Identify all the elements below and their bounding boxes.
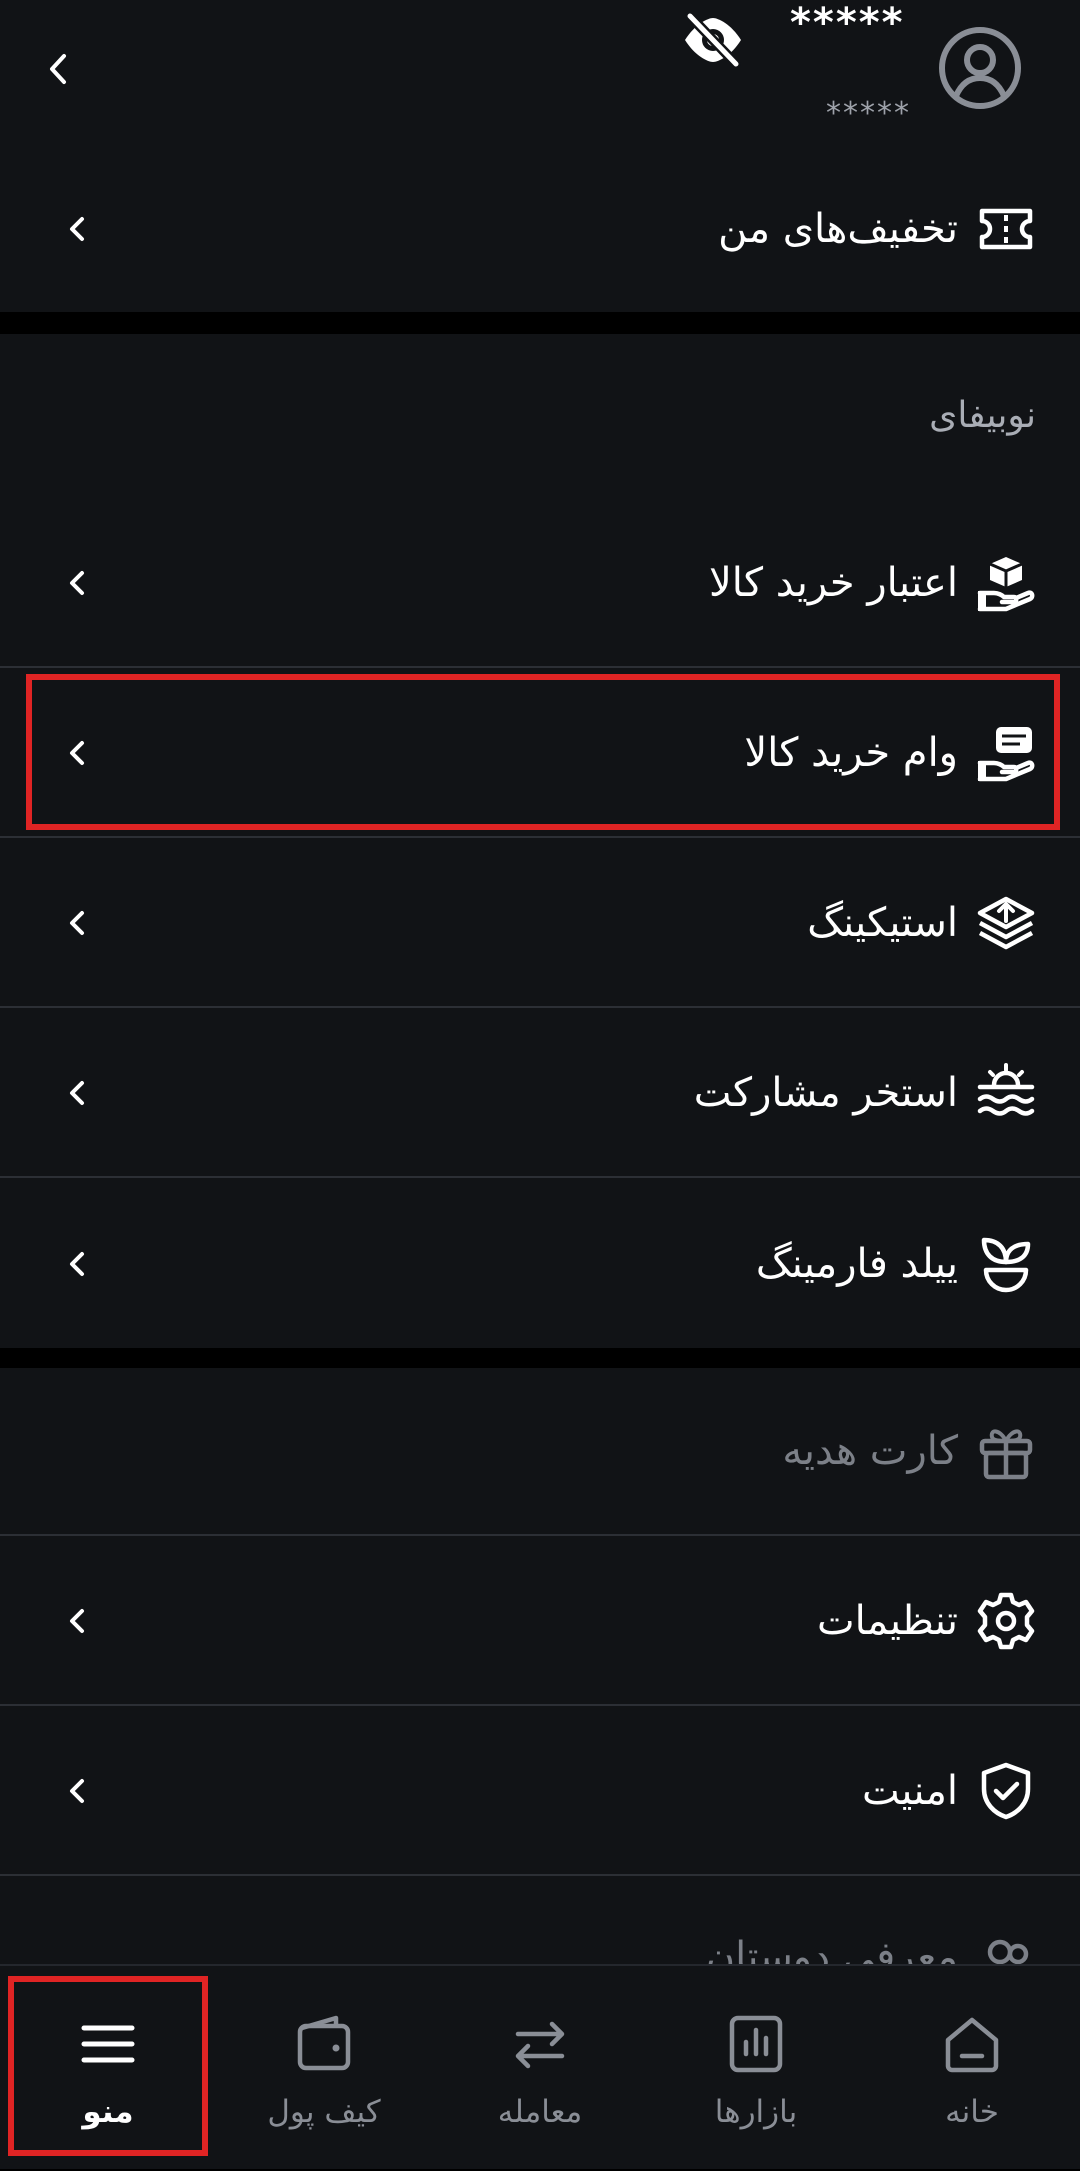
pool-waves-icon bbox=[976, 1063, 1036, 1123]
chevron-left-icon bbox=[62, 565, 90, 601]
chevron-left-icon bbox=[62, 735, 90, 771]
back-button[interactable] bbox=[40, 46, 76, 92]
chevron-left-icon bbox=[62, 1773, 90, 1809]
menu-item-label: تنظیمات bbox=[816, 1598, 958, 1644]
shield-check-icon bbox=[976, 1761, 1036, 1821]
gift-icon bbox=[976, 1421, 1036, 1481]
chevron-left-icon bbox=[62, 1075, 90, 1111]
header-panel: ***** ***** تخفیف‌های من bbox=[0, 0, 1080, 312]
ticket-icon bbox=[976, 199, 1036, 259]
menu-item-label: امنیت bbox=[862, 1768, 958, 1814]
menu-item-label: ییلد فارمینگ bbox=[755, 1241, 958, 1287]
nav-menu[interactable]: منو bbox=[0, 1966, 216, 2171]
menu-item-liquidity-pool[interactable]: استخر مشارکت bbox=[0, 1010, 1080, 1178]
menu-item-staking[interactable]: استیکینگ bbox=[0, 840, 1080, 1008]
nav-label: منو bbox=[82, 2094, 134, 2130]
chevron-left-icon bbox=[62, 1246, 90, 1282]
masked-username: ***** bbox=[790, 0, 905, 46]
menu-item-security[interactable]: امنیت bbox=[0, 1708, 1080, 1876]
nav-home[interactable]: خانه bbox=[864, 1966, 1080, 2171]
nav-label: کیف پول bbox=[267, 2094, 381, 2130]
gear-icon bbox=[976, 1591, 1036, 1651]
section-title-nobifi: نوبیفای bbox=[929, 395, 1036, 436]
nav-wallet[interactable]: کیف پول bbox=[216, 1966, 432, 2171]
menu-item-discounts[interactable]: تخفیف‌های من bbox=[0, 146, 1080, 312]
menu-item-label: کارت هدیه bbox=[782, 1428, 958, 1474]
menu-item-purchase-credit[interactable]: اعتبار خرید کالا bbox=[0, 500, 1080, 668]
layers-up-icon bbox=[976, 893, 1036, 953]
menu-item-label: اعتبار خرید کالا bbox=[708, 560, 958, 606]
menu-icon bbox=[76, 2012, 140, 2076]
menu-item-label: وام خرید کالا bbox=[744, 730, 958, 776]
menu-item-referral[interactable]: معرفی دوستان bbox=[0, 1878, 1080, 1964]
users-icon bbox=[976, 1934, 1036, 1964]
user-circle-icon bbox=[939, 27, 1021, 109]
nav-label: بازارها bbox=[714, 2094, 798, 2130]
bottom-navigation: منو کیف پول معامله بازارها خانه bbox=[0, 1964, 1080, 2169]
chevron-left-icon bbox=[62, 211, 90, 247]
swap-icon bbox=[508, 2012, 572, 2076]
nav-label: خانه bbox=[945, 2094, 999, 2130]
home-icon bbox=[940, 2012, 1004, 2076]
eye-off-icon bbox=[685, 12, 741, 68]
hand-box-icon bbox=[976, 553, 1036, 613]
hand-cash-icon bbox=[976, 723, 1036, 783]
chevron-left-icon bbox=[62, 905, 90, 941]
masked-user-id: ***** bbox=[826, 96, 911, 131]
sprout-icon bbox=[976, 1234, 1036, 1294]
chevron-left-icon bbox=[50, 54, 66, 84]
menu-item-yield-farming[interactable]: ییلد فارمینگ bbox=[0, 1180, 1080, 1348]
menu-item-purchase-loan[interactable]: وام خرید کالا bbox=[0, 670, 1080, 838]
chevron-left-icon bbox=[62, 1603, 90, 1639]
menu-item-label: تخفیف‌های من bbox=[718, 206, 958, 252]
menu-item-label: استیکینگ bbox=[807, 900, 958, 946]
nav-label: معامله bbox=[497, 2094, 583, 2130]
visibility-toggle[interactable] bbox=[680, 12, 746, 68]
menu-item-label: استخر مشارکت bbox=[693, 1070, 958, 1116]
menu-item-gift-card: کارت هدیه bbox=[0, 1368, 1080, 1536]
avatar[interactable] bbox=[938, 26, 1022, 110]
menu-item-label: معرفی دوستان bbox=[705, 1934, 958, 1964]
wallet-icon bbox=[292, 2012, 356, 2076]
nav-trade[interactable]: معامله bbox=[432, 1966, 648, 2171]
menu-item-settings[interactable]: تنظیمات bbox=[0, 1538, 1080, 1706]
nav-markets[interactable]: بازارها bbox=[648, 1966, 864, 2171]
bar-chart-icon bbox=[724, 2012, 788, 2076]
